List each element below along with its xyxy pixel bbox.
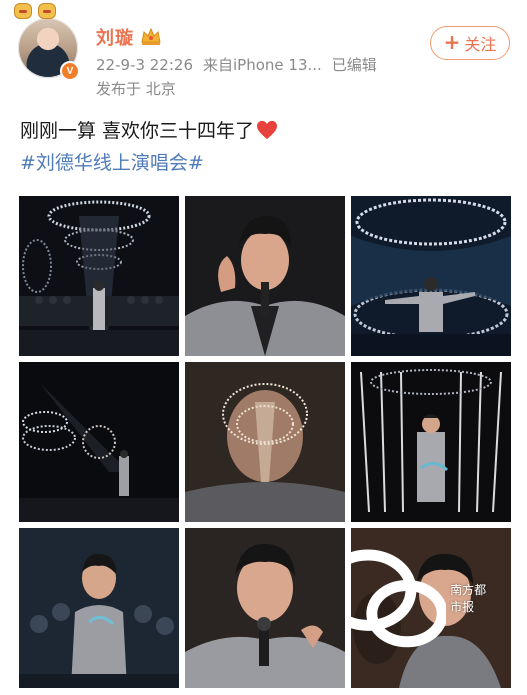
post-header: V 刘璇 22-9-3 22:26 来自iPhone 13... 已编辑 发布于 北… xyxy=(0,0,527,110)
grid-image-8[interactable] xyxy=(185,528,345,688)
post-body: 刚刚一算 喜欢你三十四年了 xyxy=(20,120,255,142)
post-source: 来自iPhone 13... xyxy=(203,56,322,74)
grid-image-6[interactable] xyxy=(351,362,511,522)
singer-mic-closeup-image xyxy=(185,528,345,688)
follow-button[interactable]: + 关注 xyxy=(430,26,510,60)
post-text: 刚刚一算 喜欢你三十四年了 xyxy=(20,116,278,143)
verified-badge-icon: V xyxy=(60,61,80,81)
chat-bubble-icon xyxy=(351,549,447,648)
singer-closeup-image xyxy=(185,196,345,356)
avatar-decoration xyxy=(14,2,82,20)
singer-lightbars-image xyxy=(351,362,511,522)
post-meta: 22-9-3 22:26 来自iPhone 13... 已编辑 xyxy=(96,54,387,75)
edited-label[interactable]: 已编辑 xyxy=(332,56,377,74)
grid-image-1[interactable] xyxy=(19,196,179,356)
crown-icon xyxy=(141,27,161,45)
stage-lights-image xyxy=(19,362,179,522)
grid-image-9[interactable]: 南方都市报 xyxy=(351,528,511,688)
post-timestamp: 22-9-3 22:26 xyxy=(96,56,193,74)
hashtag-link[interactable]: #刘德华线上演唱会# xyxy=(20,148,204,175)
singer-stage-image xyxy=(351,196,511,356)
concert-stage-image xyxy=(19,196,179,356)
plus-icon: + xyxy=(443,30,461,54)
follow-label: 关注 xyxy=(464,35,497,54)
grid-image-2[interactable] xyxy=(185,196,345,356)
grid-image-7[interactable] xyxy=(19,528,179,688)
tiger-decoration-icon xyxy=(38,3,56,19)
watermark-label: 南方都市报 xyxy=(450,583,487,614)
grid-image-5[interactable] xyxy=(185,362,345,522)
tiger-decoration-icon xyxy=(14,3,32,19)
username[interactable]: 刘璇 xyxy=(96,24,134,50)
heart-icon xyxy=(257,120,278,140)
image-grid: 南方都市报 xyxy=(19,196,511,693)
grid-image-3[interactable] xyxy=(351,196,511,356)
singer-dancers-image xyxy=(19,528,179,688)
post-location: 发布于 北京 xyxy=(96,80,176,98)
media-watermark: 南方都市报 xyxy=(351,528,497,678)
grid-image-4[interactable] xyxy=(19,362,179,522)
singer-face-overlay-image xyxy=(185,362,345,522)
